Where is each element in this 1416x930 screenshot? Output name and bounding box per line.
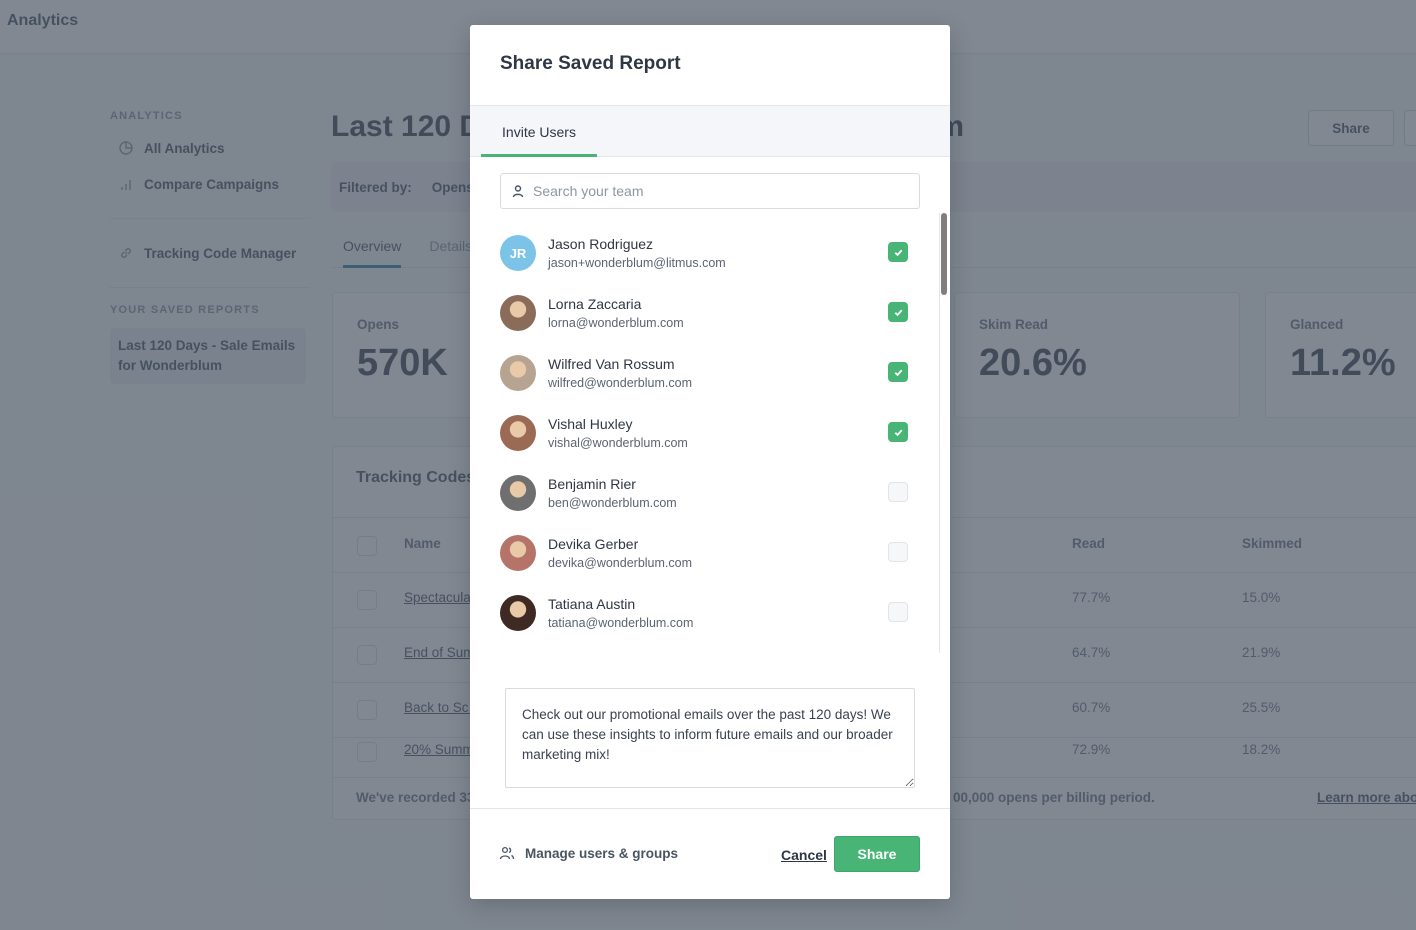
user-checkbox[interactable]	[888, 362, 908, 382]
avatar-initials: JR	[509, 245, 527, 261]
users-icon	[499, 846, 515, 860]
checkmark-icon	[894, 369, 902, 376]
user-list: JR Jason Rodriguez jason+wonderblum@litmus…	[500, 223, 910, 653]
user-email: ben@wonderblum.com	[548, 496, 677, 510]
user-list-item[interactable]: Lorna Zaccaria lorna@wonderblum.com	[500, 283, 910, 343]
cancel-button[interactable]: Cancel	[781, 847, 827, 863]
user-name: Wilfred Van Rossum	[548, 356, 675, 372]
share-button[interactable]: Share	[834, 836, 920, 872]
checkmark-icon	[894, 309, 902, 316]
user-list-item[interactable]: Tatiana Austin tatiana@wonderblum.com	[500, 583, 910, 643]
user-list-scrollbar[interactable]	[941, 213, 947, 295]
user-checkbox[interactable]	[888, 242, 908, 262]
user-name: Devika Gerber	[548, 536, 639, 552]
user-name: Jason Rodriguez	[548, 236, 654, 252]
user-email: devika@wonderblum.com	[548, 556, 693, 570]
avatar: JR	[500, 235, 536, 271]
checkmark-icon	[894, 429, 902, 436]
user-email: jason+wonderblum@litmus.com	[548, 256, 726, 270]
user-checkbox[interactable]	[888, 482, 908, 502]
user-name: Lorna Zaccaria	[548, 296, 642, 312]
checkmark-icon	[894, 249, 902, 256]
avatar	[500, 535, 536, 571]
manage-users-link[interactable]: Manage users & groups	[499, 845, 678, 861]
user-name: Tatiana Austin	[548, 596, 636, 612]
modal-title: Share Saved Report	[500, 53, 681, 74]
search-input[interactable]	[533, 183, 913, 199]
user-icon	[512, 185, 524, 198]
tab-invite-users[interactable]: Invite Users	[481, 106, 597, 157]
user-name: Benjamin Rier	[548, 476, 636, 492]
user-checkbox[interactable]	[888, 422, 908, 442]
user-checkbox[interactable]	[888, 602, 908, 622]
avatar	[500, 475, 536, 511]
avatar	[500, 295, 536, 331]
user-email: wilfred@wonderblum.com	[548, 376, 692, 390]
user-checkbox[interactable]	[888, 542, 908, 562]
avatar	[500, 595, 536, 631]
modal-footer: Manage users & groups Cancel Share	[470, 808, 950, 899]
share-report-modal: Share Saved Report Invite Users JR Jason …	[470, 25, 950, 899]
avatar	[500, 355, 536, 391]
user-list-scrollbar-track	[939, 213, 940, 653]
user-email: lorna@wonderblum.com	[548, 316, 684, 330]
user-name: Vishal Huxley	[548, 416, 633, 432]
user-email: tatiana@wonderblum.com	[548, 616, 694, 630]
user-list-item[interactable]: Vishal Huxley vishal@wonderblum.com	[500, 403, 910, 463]
user-list-item[interactable]: Wilfred Van Rossum wilfred@wonderblum.com	[500, 343, 910, 403]
message-textarea[interactable]	[505, 688, 915, 788]
modal-tabs: Invite Users	[470, 105, 950, 157]
user-list-item[interactable]: Devika Gerber devika@wonderblum.com	[500, 523, 910, 583]
user-list-item[interactable]: Benjamin Rier ben@wonderblum.com	[500, 463, 910, 523]
user-list-item[interactable]: JR Jason Rodriguez jason+wonderblum@litmus…	[500, 223, 910, 283]
manage-users-label: Manage users & groups	[525, 845, 679, 861]
user-email: vishal@wonderblum.com	[548, 436, 688, 450]
team-search[interactable]	[500, 173, 920, 209]
user-checkbox[interactable]	[888, 302, 908, 322]
avatar	[500, 415, 536, 451]
